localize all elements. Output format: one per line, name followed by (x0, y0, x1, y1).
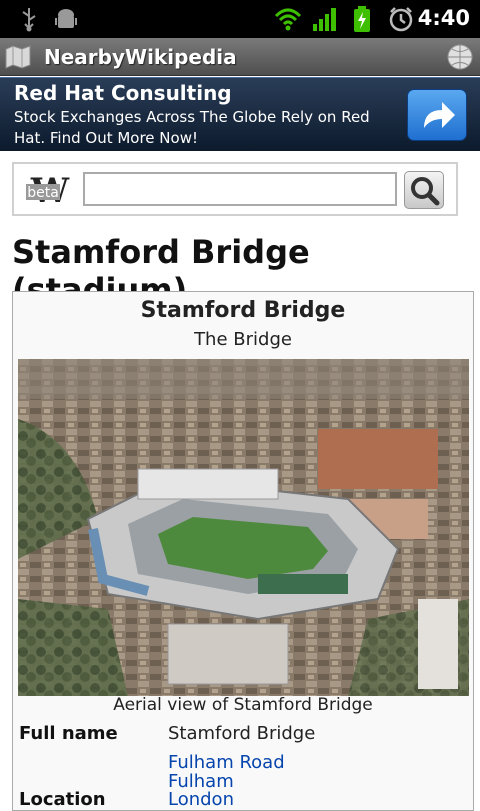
search-box: W beta (12, 162, 458, 216)
map-icon (5, 45, 31, 69)
ad-banner[interactable]: Red Hat Consulting Stock Exchanges Acros… (0, 77, 480, 151)
status-bar: 4:40 (0, 0, 480, 38)
stadium-aerial-image (18, 359, 469, 696)
app-title: NearbyWikipedia (44, 45, 237, 69)
alarm-icon (389, 7, 413, 32)
wikipedia-globe-icon[interactable] (447, 44, 473, 70)
ad-open-button[interactable] (407, 89, 467, 141)
stadium-photo[interactable] (18, 359, 469, 696)
wikipedia-logo-icon: W beta (24, 172, 76, 208)
search-button[interactable] (404, 171, 444, 209)
ad-text: Stock Exchanges Across The Globe Rely on… (14, 108, 370, 147)
infobox-name: Stamford Bridge (140, 298, 346, 323)
android-debug-icon (55, 9, 77, 28)
title-bar: NearbyWikipedia (0, 38, 480, 76)
share-arrow-icon (424, 102, 455, 128)
usb-icon (22, 8, 36, 32)
full-name-value: Stamford Bridge (168, 723, 316, 744)
ad-title: Red Hat Consulting (14, 81, 232, 105)
signal-icon (313, 8, 336, 31)
battery-charging-icon (354, 6, 370, 32)
infobox-nickname: The Bridge (194, 329, 292, 350)
location-link-fulham-road[interactable]: Fulham Road (168, 752, 285, 773)
infobox: Stamford Bridge The Bridge Aerial view o… (12, 291, 474, 811)
status-time: 4:40 (417, 6, 470, 30)
beta-badge: beta (27, 185, 59, 201)
photo-caption: Aerial view of Stamford Bridge (113, 695, 373, 715)
full-name-label: Full name (19, 723, 118, 744)
search-icon (411, 177, 440, 206)
search-input[interactable] (83, 172, 397, 206)
wifi-icon (274, 8, 302, 31)
